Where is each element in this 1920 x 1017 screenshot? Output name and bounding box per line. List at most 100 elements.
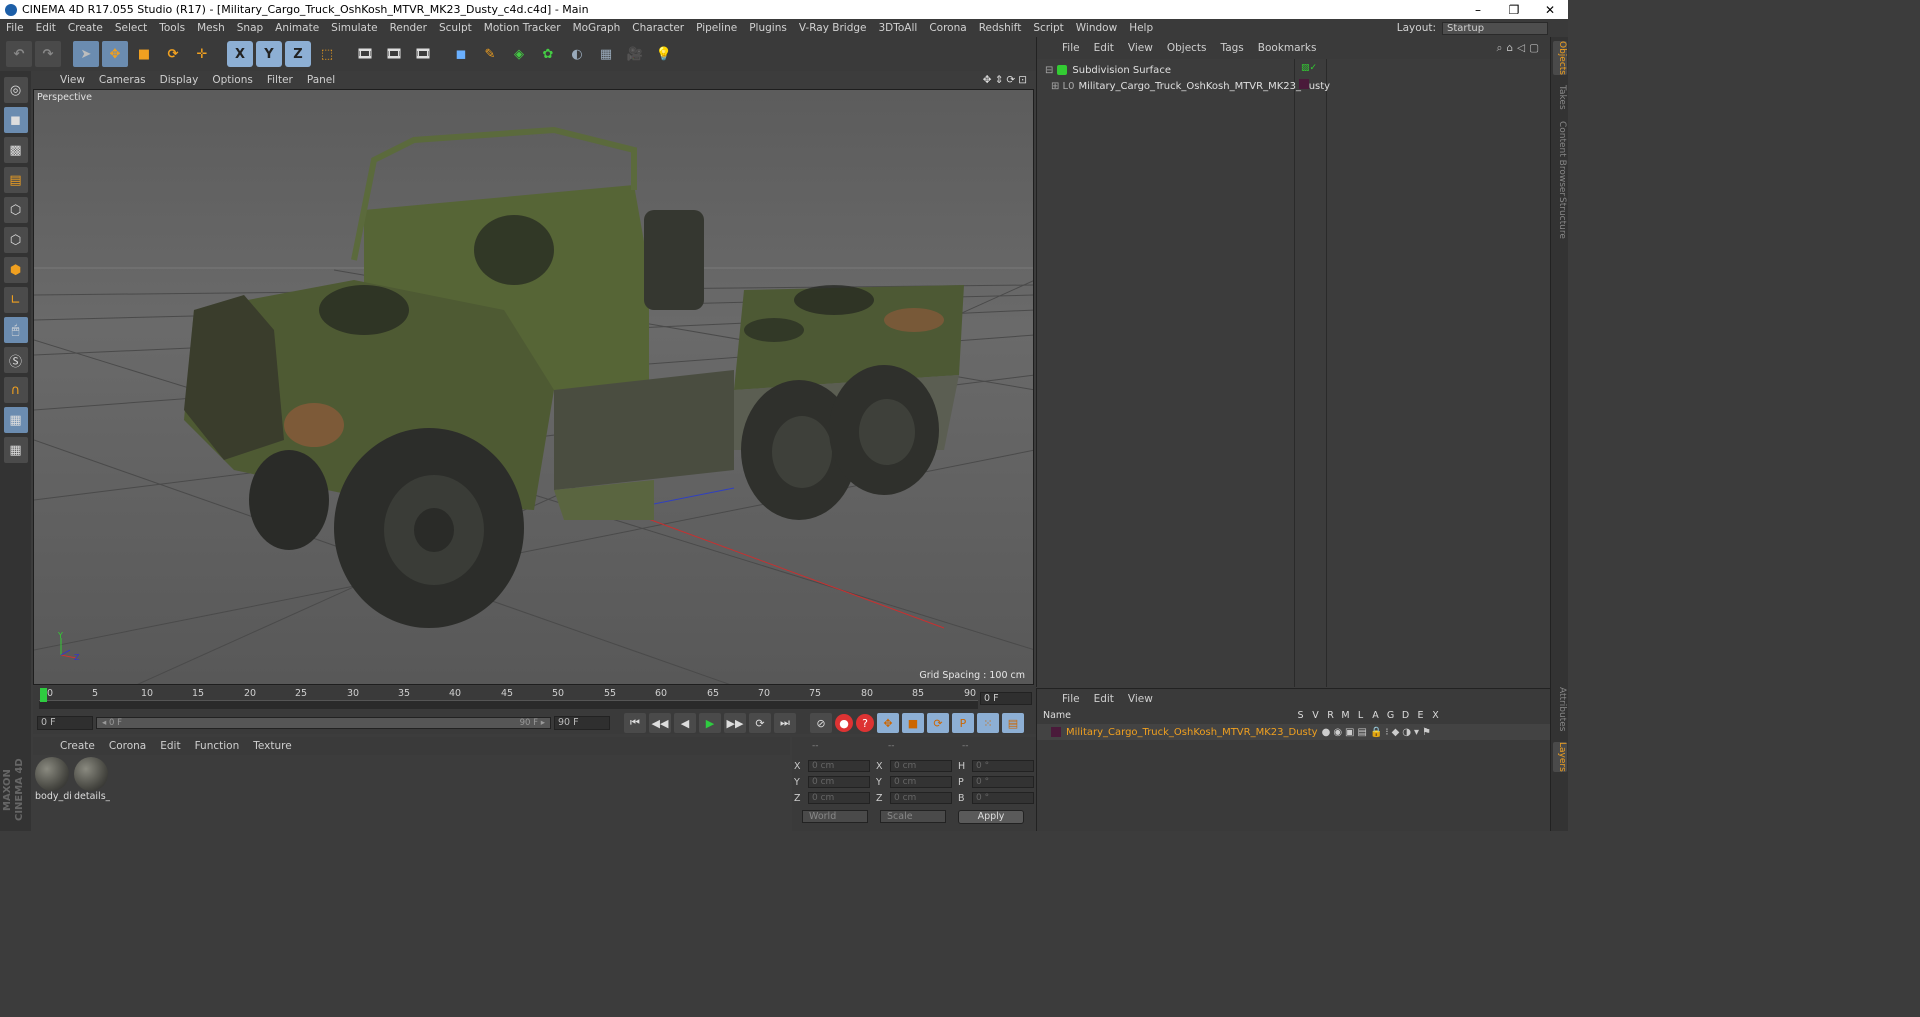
size-x-field[interactable]: 0 cm — [890, 760, 952, 772]
keyframe-selection-icon[interactable]: ⊘ — [810, 713, 832, 733]
tweak-mode-icon[interactable]: 🖱 — [3, 317, 28, 343]
menu-script[interactable]: Script — [1027, 22, 1069, 34]
material-menu-corona[interactable]: Corona — [102, 740, 153, 752]
tree-expand-icon[interactable]: ⊟ — [1045, 65, 1053, 76]
previous-key-icon[interactable]: ◀◀ — [649, 713, 671, 733]
size-y-field[interactable]: 0 cm — [890, 776, 952, 788]
layout-dropdown[interactable]: Startup — [1442, 21, 1548, 35]
viewport-menu-options[interactable]: Options — [205, 74, 260, 86]
workplane-lock-icon[interactable]: ▦ — [3, 407, 28, 433]
size-z-field[interactable]: 0 cm — [890, 792, 952, 804]
viewport-navigation-icons[interactable]: ✥⇕⟳⊡ — [983, 74, 1036, 86]
layer-row[interactable]: Military_Cargo_Truck_OshKosh_MTVR_MK23_D… — [1037, 724, 1550, 740]
menu-3dtoall[interactable]: 3DToAll — [872, 22, 923, 34]
size-mode-dropdown[interactable]: Scale — [880, 810, 946, 823]
rotate-tool-icon[interactable]: ⟳ — [160, 41, 186, 67]
menu-select[interactable]: Select — [109, 22, 153, 34]
viewport-menu-cameras[interactable]: Cameras — [92, 74, 153, 86]
tab-layers[interactable]: Layers — [1553, 742, 1567, 772]
close-button[interactable]: ✕ — [1532, 3, 1568, 17]
play-icon[interactable]: ▶ — [699, 713, 721, 733]
workplane-mode-icon[interactable]: ▤ — [3, 167, 28, 193]
previous-frame-icon[interactable]: ◀ — [674, 713, 696, 733]
last-tool-icon[interactable]: ✛ — [189, 41, 215, 67]
x-axis-lock-button[interactable]: X — [227, 41, 253, 67]
viewport-menu-filter[interactable]: Filter — [260, 74, 300, 86]
render-settings-icon[interactable]: 🎞 — [410, 41, 436, 67]
key-position-icon[interactable]: ✥ — [877, 713, 899, 733]
spline-pen-icon[interactable]: ✎ — [477, 41, 503, 67]
select-arrow-icon[interactable]: ➤ — [73, 41, 99, 67]
tab-objects[interactable]: Objects — [1553, 41, 1567, 76]
model-mode-icon[interactable]: ◼ — [3, 107, 28, 133]
points-mode-icon[interactable]: ⬡ — [3, 197, 28, 223]
material-menu-create[interactable]: Create — [53, 740, 102, 752]
quantize-icon[interactable]: ▦ — [3, 437, 28, 463]
menu-mograph[interactable]: MoGraph — [567, 22, 627, 34]
layers-menu-file[interactable]: File — [1055, 693, 1087, 705]
menu-snap[interactable]: Snap — [231, 22, 269, 34]
position-x-field[interactable]: 0 cm — [808, 760, 870, 772]
timeline-track[interactable] — [39, 700, 978, 709]
menu-simulate[interactable]: Simulate — [325, 22, 383, 34]
tree-expand-icon[interactable]: ⊞ L0 — [1051, 81, 1075, 92]
layers-menu-edit[interactable]: Edit — [1087, 693, 1121, 705]
coordinate-system-icon[interactable]: ⬚ — [314, 41, 340, 67]
menu-window[interactable]: Window — [1070, 22, 1123, 34]
menu-motion-tracker[interactable]: Motion Tracker — [478, 22, 567, 34]
end-frame-field[interactable]: 90 F — [554, 716, 610, 730]
record-keyframe-icon[interactable]: ● — [835, 714, 853, 732]
objects-menu-bookmarks[interactable]: Bookmarks — [1251, 42, 1324, 54]
texture-mode-icon[interactable]: ▩ — [3, 137, 28, 163]
menu-mesh[interactable]: Mesh — [191, 22, 231, 34]
apply-button[interactable]: Apply — [958, 810, 1024, 824]
autokeying-icon[interactable]: ? — [856, 714, 874, 732]
tab-structure[interactable]: Structure — [1553, 197, 1567, 239]
objects-menu-file[interactable]: File — [1055, 42, 1087, 54]
menu-help[interactable]: Help — [1123, 22, 1159, 34]
camera-icon[interactable]: 🎥 — [622, 41, 648, 67]
material-menu-texture[interactable]: Texture — [246, 740, 298, 752]
solo-mode-icon[interactable]: Ⓢ — [3, 347, 28, 373]
object-manager-nav-icons[interactable]: ⌕⌂◁▢ — [1496, 42, 1551, 55]
layer-toggle-icons[interactable]: ●◉▣▤🔒⁝◆◑▾⚑ — [1322, 727, 1550, 738]
layer-color-swatch[interactable] — [1299, 79, 1309, 89]
object-row-military-truck[interactable]: ⊞ L0 Military_Cargo_Truck_OshKosh_MTVR_M… — [1051, 78, 1330, 94]
edges-mode-icon[interactable]: ⬡ — [3, 227, 28, 253]
loop-icon[interactable]: ⟳ — [749, 713, 771, 733]
viewport-menu-display[interactable]: Display — [153, 74, 206, 86]
objects-menu-edit[interactable]: Edit — [1087, 42, 1121, 54]
make-editable-icon[interactable]: ◎ — [3, 77, 28, 103]
deformer-icon[interactable]: ◐ — [564, 41, 590, 67]
tab-content-browser[interactable]: Content Browser — [1553, 121, 1567, 196]
restore-button[interactable]: ❐ — [1496, 3, 1532, 17]
viewport-menu-view[interactable]: View — [53, 74, 92, 86]
timeline-ruler[interactable]: 0 5 10 15 20 25 30 35 40 45 50 55 60 65 … — [33, 686, 1036, 712]
menu-character[interactable]: Character — [626, 22, 690, 34]
playhead[interactable] — [40, 688, 47, 702]
key-parameter-icon[interactable]: P — [952, 713, 974, 733]
scale-tool-icon[interactable]: ■ — [131, 41, 157, 67]
tab-attributes[interactable]: Attributes — [1553, 687, 1567, 731]
render-picture-viewer-icon[interactable]: 🎞 — [381, 41, 407, 67]
snap-magnet-icon[interactable]: ∩ — [3, 377, 28, 403]
material-swatch[interactable]: body_di — [35, 757, 71, 802]
menu-redshift[interactable]: Redshift — [973, 22, 1028, 34]
tab-takes[interactable]: Takes — [1553, 85, 1567, 110]
polygons-mode-icon[interactable]: ⬢ — [3, 257, 28, 283]
material-menu-edit[interactable]: Edit — [153, 740, 187, 752]
cube-primitive-icon[interactable]: ◼ — [448, 41, 474, 67]
z-axis-lock-button[interactable]: Z — [285, 41, 311, 67]
perspective-viewport[interactable]: Y Z Perspective Grid Spacing : 100 cm — [33, 89, 1034, 685]
frame-range-slider[interactable]: ◂ 0 F 90 F ▸ — [96, 717, 551, 729]
object-row-subdivision-surface[interactable]: ⊟ Subdivision Surface — [1045, 62, 1171, 78]
rotation-h-field[interactable]: 0 ° — [972, 760, 1034, 772]
menu-render[interactable]: Render — [384, 22, 433, 34]
go-to-end-icon[interactable]: ⏭ — [774, 713, 796, 733]
material-swatch[interactable]: details_ — [74, 757, 110, 802]
layer-color-swatch[interactable] — [1051, 727, 1061, 737]
light-icon[interactable]: 💡 — [651, 41, 677, 67]
menu-plugins[interactable]: Plugins — [743, 22, 793, 34]
go-to-start-icon[interactable]: ⏮ — [624, 713, 646, 733]
menu-animate[interactable]: Animate — [269, 22, 325, 34]
